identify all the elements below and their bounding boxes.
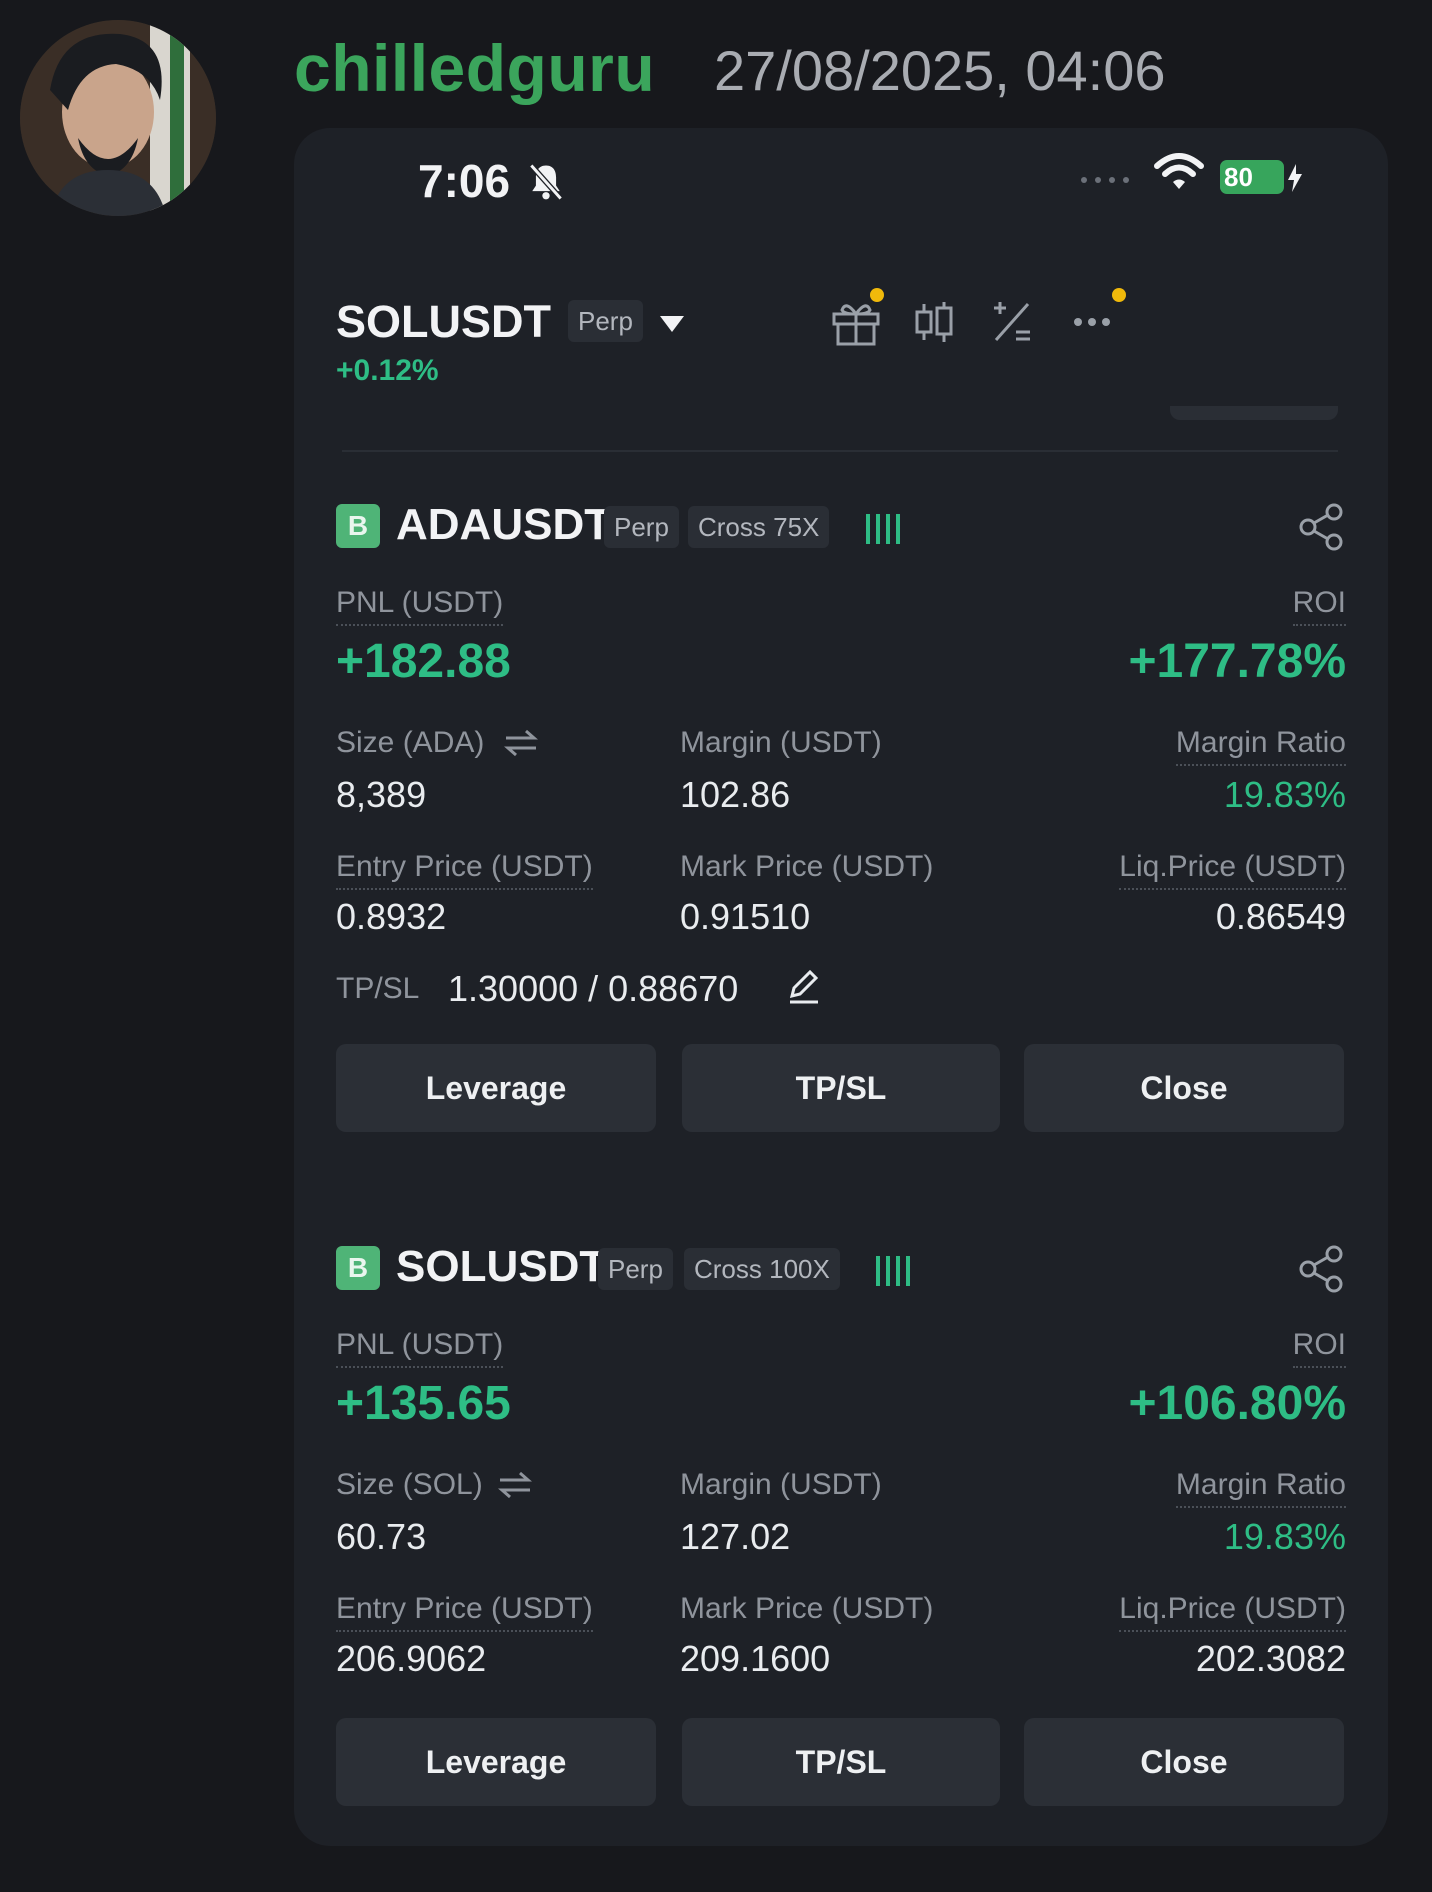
section-divider xyxy=(342,450,1338,452)
roi-value: +177.78% xyxy=(1128,635,1346,688)
entry-price-value: 0.8932 xyxy=(336,896,447,937)
margin-label: Margin (USDT) xyxy=(680,726,882,759)
more-notification-dot xyxy=(1112,288,1126,302)
message-timestamp: 27/08/2025, 04:06 xyxy=(714,39,1166,102)
edit-icon[interactable] xyxy=(784,966,824,1006)
share-icon[interactable] xyxy=(1296,502,1346,552)
entry-price-label: Entry Price (USDT) xyxy=(336,850,593,890)
mark-price-value: 209.1600 xyxy=(680,1638,831,1679)
pair-type-tag: Perp xyxy=(568,300,643,342)
entry-price-value: 206.9062 xyxy=(336,1638,487,1679)
margin-mode-tag[interactable]: Cross 100X xyxy=(684,1248,840,1290)
roi-value: +106.80% xyxy=(1128,1377,1346,1430)
roi-label: ROI xyxy=(1292,1328,1346,1368)
battery-level: 80 xyxy=(1220,160,1284,194)
margin-mode-tag[interactable]: Cross 75X xyxy=(688,506,830,548)
signal-bars-icon xyxy=(876,1256,910,1286)
wifi-icon xyxy=(1154,153,1204,189)
buy-side-badge: B xyxy=(336,1246,380,1290)
margin-value: 127.02 xyxy=(680,1516,791,1557)
username[interactable]: chilledguru xyxy=(294,30,655,106)
margin-label: Margin (USDT) xyxy=(680,1468,882,1501)
candlestick-icon[interactable] xyxy=(906,294,962,350)
margin-ratio-label: Margin Ratio xyxy=(1175,726,1346,766)
margin-value: 102.86 xyxy=(680,774,791,815)
pair-symbol[interactable]: SOLUSDT xyxy=(336,296,551,348)
size-value: 60.73 xyxy=(336,1516,427,1557)
margin-ratio-label: Margin Ratio xyxy=(1175,1468,1346,1508)
liq-price-label: Liq.Price (USDT) xyxy=(1119,850,1346,890)
mark-price-label: Mark Price (USDT) xyxy=(680,1592,934,1625)
pair-change: +0.12% xyxy=(336,354,439,387)
bell-muted-icon xyxy=(529,163,563,201)
margin-ratio-value: 19.83% xyxy=(1223,774,1346,815)
mark-price-value: 0.91510 xyxy=(680,896,811,937)
position-type-tag: Perp xyxy=(598,1248,673,1290)
size-label: Size (SOL) xyxy=(336,1468,483,1501)
position-symbol[interactable]: SOLUSDT xyxy=(396,1242,606,1292)
tpsl-value: 1.30000 / 0.88670 xyxy=(448,968,739,1009)
more-icon[interactable] xyxy=(1064,294,1120,350)
caret-down-icon[interactable] xyxy=(658,314,686,334)
panel-grip[interactable] xyxy=(1170,406,1338,420)
avatar[interactable] xyxy=(20,20,216,216)
pnl-label: PNL (USDT) xyxy=(336,586,504,626)
pnl-value: +182.88 xyxy=(336,635,511,688)
tpsl-button[interactable]: TP/SL xyxy=(682,1044,1000,1132)
close-button[interactable]: Close xyxy=(1024,1718,1344,1806)
liq-price-value: 0.86549 xyxy=(1215,896,1346,937)
buy-side-badge: B xyxy=(336,504,380,548)
liq-price-label: Liq.Price (USDT) xyxy=(1119,1592,1346,1632)
close-button[interactable]: Close xyxy=(1024,1044,1344,1132)
position-symbol[interactable]: ADAUSDT xyxy=(396,500,611,550)
size-value: 8,389 xyxy=(336,774,427,815)
status-time: 7:06 xyxy=(418,155,511,207)
liq-price-value: 202.3082 xyxy=(1195,1638,1346,1679)
entry-price-label: Entry Price (USDT) xyxy=(336,1592,593,1632)
swap-icon[interactable] xyxy=(502,728,540,758)
pnl-value: +135.65 xyxy=(336,1377,511,1430)
gift-notification-dot xyxy=(870,288,884,302)
position-type-tag: Perp xyxy=(604,506,679,548)
leverage-button[interactable]: Leverage xyxy=(336,1044,656,1132)
attached-screenshot[interactable]: 7:06 80 SOLUSDT Perp +0.12% B ADAUSDT Pe… xyxy=(294,128,1388,1846)
size-label: Size (ADA) xyxy=(336,726,485,759)
calculator-icon[interactable] xyxy=(984,294,1040,350)
share-icon[interactable] xyxy=(1296,1244,1346,1294)
margin-ratio-value: 19.83% xyxy=(1223,1516,1346,1557)
mark-price-label: Mark Price (USDT) xyxy=(680,850,934,883)
gift-icon[interactable] xyxy=(828,294,884,350)
tpsl-button[interactable]: TP/SL xyxy=(682,1718,1000,1806)
roi-label: ROI xyxy=(1292,586,1346,626)
swap-icon[interactable] xyxy=(496,1470,534,1500)
signal-dots-icon xyxy=(1081,177,1129,183)
charging-bolt-icon xyxy=(1288,164,1302,192)
tpsl-label: TP/SL xyxy=(336,972,420,1005)
signal-bars-icon xyxy=(866,514,900,544)
leverage-button[interactable]: Leverage xyxy=(336,1718,656,1806)
pnl-label: PNL (USDT) xyxy=(336,1328,504,1368)
